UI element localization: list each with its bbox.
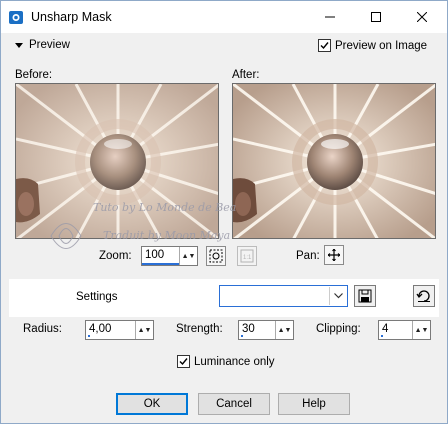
- spin-arrows-icon[interactable]: ▲▼: [275, 321, 293, 339]
- before-preview-image: [16, 84, 218, 238]
- checkbox-checked-icon: [177, 355, 190, 368]
- chevron-down-icon[interactable]: [329, 287, 346, 305]
- preview-on-image-checkbox[interactable]: Preview on Image: [318, 39, 427, 52]
- reset-defaults-button[interactable]: [413, 285, 435, 307]
- psp-icon: [9, 11, 23, 24]
- save-preset-button[interactable]: [354, 285, 376, 307]
- preview-toggle-label: Preview: [29, 39, 70, 51]
- before-preview[interactable]: [15, 83, 219, 239]
- checkbox-checked-icon: [318, 39, 331, 52]
- preview-on-image-label: Preview on Image: [335, 39, 428, 52]
- save-icon: [358, 289, 372, 303]
- close-icon: [417, 12, 427, 22]
- reset-icon: [416, 290, 430, 302]
- help-button[interactable]: Help: [278, 393, 350, 415]
- luminance-only-checkbox[interactable]: Luminance only: [177, 355, 275, 368]
- spin-arrows-icon[interactable]: ▲▼: [179, 247, 197, 265]
- radius-spinbox[interactable]: 4,00 ▲▼: [85, 320, 154, 340]
- strength-value[interactable]: 30: [239, 321, 275, 339]
- window-title: Unsharp Mask: [31, 10, 112, 24]
- collapse-triangle-icon: [15, 42, 23, 48]
- ok-button[interactable]: OK: [116, 393, 188, 415]
- radius-label: Radius:: [23, 323, 62, 335]
- zoom-to-fit-button[interactable]: [206, 246, 226, 266]
- pan-move-icon: [328, 249, 340, 261]
- maximize-icon: [371, 12, 381, 22]
- minimize-button[interactable]: [307, 1, 353, 33]
- zoom-value[interactable]: 100: [142, 247, 179, 265]
- settings-dropdown[interactable]: [219, 285, 348, 307]
- radius-indicator: [88, 335, 90, 337]
- pan-button[interactable]: [324, 245, 344, 265]
- zoom-label: Zoom:: [99, 250, 132, 262]
- before-label: Before:: [15, 69, 53, 81]
- after-preview[interactable]: [232, 83, 436, 239]
- strength-spinbox[interactable]: 30 ▲▼: [238, 320, 294, 340]
- svg-text:1:1: 1:1: [243, 255, 252, 261]
- settings-label: Settings: [76, 291, 118, 303]
- clipping-spinbox[interactable]: 4 ▲▼: [378, 320, 431, 340]
- after-preview-image: [233, 84, 435, 238]
- clipping-value[interactable]: 4: [379, 321, 412, 339]
- close-button[interactable]: [399, 1, 445, 33]
- title-bar[interactable]: Unsharp Mask: [1, 1, 447, 33]
- pan-label: Pan:: [296, 250, 320, 262]
- clipping-indicator: [381, 335, 383, 337]
- minimize-icon: [325, 16, 335, 18]
- spin-arrows-icon[interactable]: ▲▼: [135, 321, 153, 339]
- spin-arrows-icon[interactable]: ▲▼: [412, 321, 430, 339]
- radius-value[interactable]: 4,00: [86, 321, 135, 339]
- actual-size-button[interactable]: 1:1: [237, 246, 257, 266]
- strength-label: Strength:: [176, 323, 223, 335]
- zoom-spinbox[interactable]: 100 ▲▼: [141, 246, 198, 266]
- actual-size-icon: 1:1: [240, 249, 254, 263]
- clipping-label: Clipping:: [316, 323, 361, 335]
- maximize-button[interactable]: [353, 1, 399, 33]
- preview-toggle[interactable]: Preview: [15, 39, 70, 51]
- zoom-fit-icon: [209, 249, 223, 263]
- luminance-only-label: Luminance only: [194, 355, 275, 368]
- strength-indicator: [241, 335, 243, 337]
- after-label: After:: [232, 69, 260, 81]
- unsharp-mask-dialog: Unsharp Mask Preview Preview on Image Be…: [0, 0, 448, 424]
- cancel-button[interactable]: Cancel: [198, 393, 270, 415]
